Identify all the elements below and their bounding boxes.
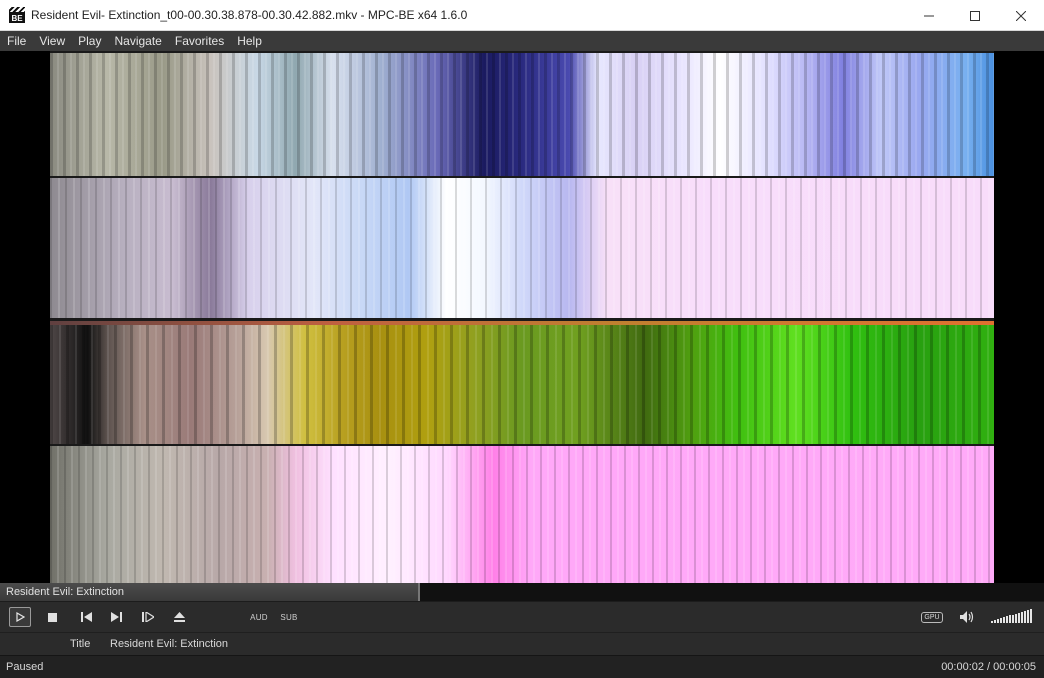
stop-icon xyxy=(47,612,57,622)
menu-play[interactable]: Play xyxy=(71,31,107,51)
next-button[interactable] xyxy=(108,607,124,627)
volume-level-bar xyxy=(991,621,993,623)
menu-favorites[interactable]: Favorites xyxy=(168,31,230,51)
video-frame xyxy=(50,51,994,583)
eject-button[interactable] xyxy=(171,607,187,627)
stop-button[interactable] xyxy=(44,607,60,627)
skip-forward-icon xyxy=(110,612,122,622)
info-bar: Title Resident Evil: Extinction xyxy=(0,632,1044,655)
video-glitch-band xyxy=(50,178,994,318)
play-icon xyxy=(16,612,25,622)
maximize-icon xyxy=(970,10,980,21)
frame-step-icon xyxy=(142,612,154,622)
mpc-be-app-icon[interactable]: BE xyxy=(9,7,25,23)
volume-level-bar xyxy=(1021,612,1023,623)
window-title: Resident Evil- Extinction_t00-00.30.38.8… xyxy=(31,8,468,22)
play-button[interactable] xyxy=(9,607,31,627)
volume-slider[interactable] xyxy=(991,608,1035,624)
seek-bar-title: Resident Evil: Extinction xyxy=(6,586,124,598)
volume-level-bar xyxy=(1018,613,1020,623)
skip-back-icon xyxy=(80,612,92,622)
close-icon xyxy=(1016,10,1026,21)
speaker-icon xyxy=(959,611,973,623)
frame-step-button[interactable] xyxy=(140,607,156,627)
video-glitch-band xyxy=(50,321,994,444)
info-label: Title xyxy=(70,638,91,650)
seek-bar[interactable]: Resident Evil: Extinction xyxy=(0,583,1044,601)
gpu-badge: GPU xyxy=(921,611,943,623)
menu-view[interactable]: View xyxy=(32,31,71,51)
maximize-button[interactable] xyxy=(952,0,998,31)
eject-icon xyxy=(173,612,185,622)
video-display[interactable] xyxy=(0,51,1044,583)
menu-navigate[interactable]: Navigate xyxy=(107,31,167,51)
window-titlebar: BE Resident Evil- Extinction_t00-00.30.3… xyxy=(0,0,1044,31)
status-bar: Paused 00:00:02 / 00:00:05 xyxy=(0,655,1044,678)
volume-level-bar xyxy=(1000,618,1002,623)
video-glitch-band xyxy=(50,446,994,583)
audio-track-button[interactable]: AUD xyxy=(248,607,270,627)
close-button[interactable] xyxy=(998,0,1044,31)
menu-help[interactable]: Help xyxy=(230,31,268,51)
minimize-button[interactable] xyxy=(906,0,952,31)
subtitle-track-button[interactable]: SUB xyxy=(280,607,298,627)
volume-level-bar xyxy=(997,619,999,623)
volume-level-bar xyxy=(1006,616,1008,623)
info-value: Resident Evil: Extinction xyxy=(110,638,228,650)
volume-level-bar xyxy=(1003,617,1005,623)
mute-button[interactable] xyxy=(957,607,977,627)
playback-status: Paused xyxy=(6,661,44,673)
playback-time: 00:00:02 / 00:00:05 xyxy=(941,661,1036,673)
volume-level-bar xyxy=(1015,614,1017,623)
video-glitch-band xyxy=(50,53,994,176)
menu-bar: File View Play Navigate Favorites Help xyxy=(0,31,1044,51)
volume-level-bar xyxy=(994,620,996,623)
volume-level-bar xyxy=(1024,611,1026,623)
volume-level-bar xyxy=(1027,610,1029,623)
gpu-indicator[interactable]: GPU xyxy=(919,607,945,627)
window-controls xyxy=(906,0,1044,31)
menu-file[interactable]: File xyxy=(0,31,32,51)
minimize-icon xyxy=(924,15,934,16)
previous-button[interactable] xyxy=(78,607,94,627)
volume-level-bar xyxy=(1012,615,1014,623)
volume-level-bar xyxy=(1009,615,1011,623)
playback-toolbar: AUD SUB GPU xyxy=(0,601,1044,632)
volume-level-bar xyxy=(1030,609,1032,623)
